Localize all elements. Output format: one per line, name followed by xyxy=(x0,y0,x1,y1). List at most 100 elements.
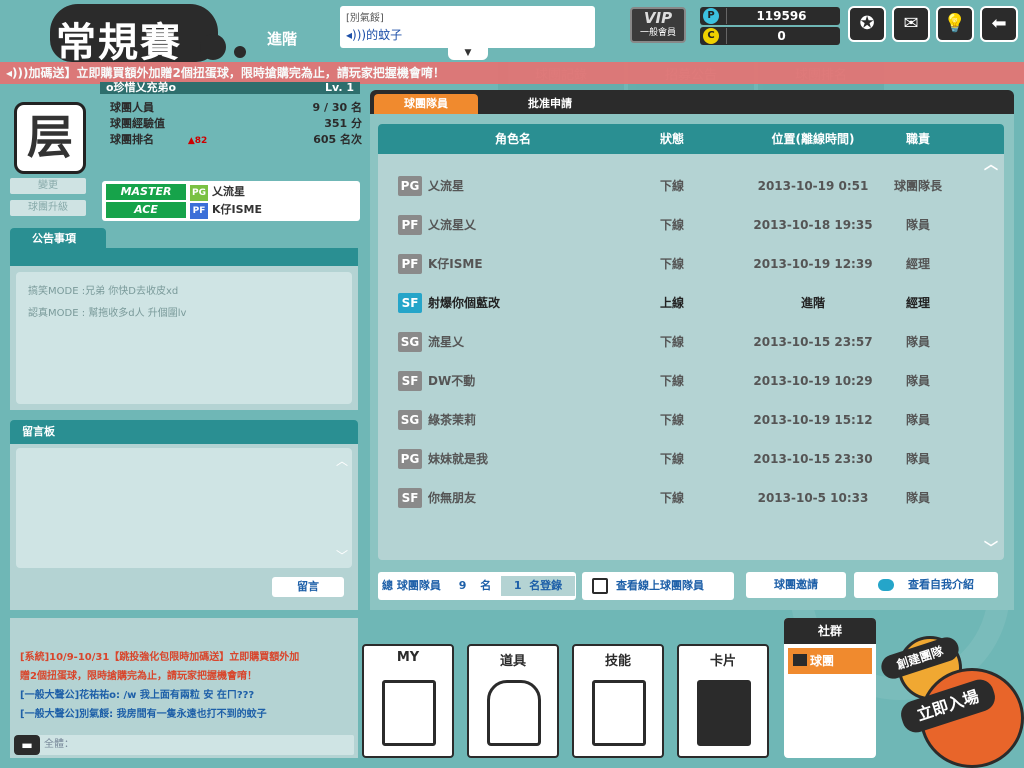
member-location: 2013-10-19 10:29 xyxy=(753,374,873,388)
tab-approve-requests[interactable]: 批准申請 xyxy=(490,94,610,114)
view-self-intro-button[interactable]: 查看自我介紹 xyxy=(854,572,998,598)
team-name: o珍惜乂充弟o xyxy=(106,81,177,94)
member-role: 隊員 xyxy=(905,218,930,232)
member-count: 總 球團隊員 9 名 1 名登錄 xyxy=(378,572,576,600)
member-name: 射爆你個藍改 xyxy=(428,296,501,310)
member-name: DW不動 xyxy=(428,374,476,388)
speech-bubble-icon xyxy=(878,579,894,591)
menu-my[interactable]: MY xyxy=(362,644,454,758)
team-info: 层 球團人員 9 / 30 名 球團經驗值 351 分 球團排名 ▲82 605… xyxy=(10,94,362,178)
member-status: 下線 xyxy=(659,491,684,505)
member-location: 2013-10-18 19:35 xyxy=(753,218,873,232)
team-upgrade-button[interactable]: 球團升級 xyxy=(10,200,86,216)
column-header-role: 職責 xyxy=(905,132,930,146)
table-row[interactable]: SF DW不動 下線 2013-10-19 10:29 隊員 xyxy=(378,361,1004,400)
member-status: 下線 xyxy=(659,335,684,349)
online-members-checkbox[interactable] xyxy=(592,578,608,594)
table-row[interactable]: SG 綠茶茉莉 下線 2013-10-19 15:12 隊員 xyxy=(378,400,1004,439)
show-online-members-toggle[interactable]: 查看線上球團隊員 xyxy=(582,572,734,600)
position-badge: PF xyxy=(398,254,422,274)
tips-button[interactable]: 💡 xyxy=(936,6,974,42)
points-display: P 119596 xyxy=(700,7,840,25)
chat-channel: [別氣餒] xyxy=(346,13,384,24)
tab-team-members[interactable]: 球團隊員 xyxy=(374,94,478,114)
mystery-card-icon xyxy=(697,680,751,746)
member-status: 下線 xyxy=(659,257,684,271)
position-badge: SF xyxy=(398,488,422,508)
lightbulb-icon: 💡 xyxy=(943,13,967,34)
member-status: 上線 xyxy=(659,296,684,310)
member-name: K仔ISME xyxy=(428,257,483,271)
back-button[interactable]: ⬅ xyxy=(980,6,1018,42)
notice-line: 認真MODE : 幫拖收多d人 升個圍lv xyxy=(28,308,187,319)
board-title: 留言板 xyxy=(22,425,55,438)
team-invite-button[interactable]: 球團邀請 xyxy=(746,572,846,598)
table-row[interactable]: PG 乂流星 下線 2013-10-19 0:51 球團隊長 xyxy=(378,166,1004,205)
coins-display: C 0 xyxy=(700,27,840,45)
points-coin-icon: P xyxy=(703,8,719,24)
jacket-icon xyxy=(487,680,541,746)
member-status: 下線 xyxy=(659,179,684,193)
skill-chart-icon xyxy=(592,680,646,746)
loudspeaker-chat-preview[interactable]: [別氣餒] ◂)))的蚊子 xyxy=(340,6,595,48)
table-row[interactable]: SF 你無朋友 下線 2013-10-5 10:33 隊員 xyxy=(378,478,1004,517)
member-location: 2013-10-19 15:12 xyxy=(753,413,873,427)
member-role: 經理 xyxy=(905,296,930,310)
member-location: 2013-10-15 23:57 xyxy=(753,335,873,349)
chat-bubble-icon[interactable]: ▬ xyxy=(14,735,40,755)
vip-label: VIP xyxy=(643,9,673,27)
team-exp-row: 球團經驗值 351 分 xyxy=(110,117,362,130)
table-row[interactable]: PF 乂流星乂 下線 2013-10-18 19:35 隊員 xyxy=(378,205,1004,244)
points-value: 119596 xyxy=(726,8,836,24)
chat-log-line: [系統]10/9-10/31【跳投強化包限時加碼送】立即購買額外加 xyxy=(20,652,300,663)
change-button[interactable]: 變更 xyxy=(10,178,86,194)
member-location: 進階 xyxy=(800,296,825,310)
roster-header: 角色名 狀態 位置(離線時間) 職責 xyxy=(378,124,1004,154)
table-row[interactable]: PF K仔ISME 下線 2013-10-19 12:39 經理 xyxy=(378,244,1004,283)
chat-message: ◂)))的蚊子 xyxy=(346,28,403,42)
vip-status-button[interactable]: VIP 一般會員 xyxy=(630,7,686,43)
position-badge: SF xyxy=(398,293,422,313)
social-title: 社群 xyxy=(784,618,876,644)
team-name-strip: o珍惜乂充弟o Lv. 1 xyxy=(100,82,360,94)
board-textarea[interactable]: ︿ ﹀ xyxy=(16,448,352,568)
post-message-button[interactable]: 留言 xyxy=(272,577,344,597)
master-badge: MASTER xyxy=(106,184,186,200)
member-total: 9 xyxy=(458,579,467,592)
column-header-location: 位置(離線時間) xyxy=(771,132,855,146)
member-status: 下線 xyxy=(659,413,684,427)
menu-items[interactable]: 道具 xyxy=(467,644,559,758)
column-header-status: 狀態 xyxy=(659,132,684,146)
rank-change-indicator: ▲82 xyxy=(187,136,208,146)
team-level: Lv. 1 xyxy=(325,81,354,94)
member-name: 乂流星 xyxy=(428,179,465,193)
achievement-button[interactable]: ✪ xyxy=(848,6,886,42)
table-row[interactable]: PG 妹妹就是我 下線 2013-10-15 23:30 隊員 xyxy=(378,439,1004,478)
member-role: 經理 xyxy=(905,257,930,271)
member-name: 你無朋友 xyxy=(428,491,477,505)
menu-cards[interactable]: 卡片 xyxy=(677,644,769,758)
menu-skills[interactable]: 技能 xyxy=(572,644,664,758)
notice-content: 搞笑MODE :兄弟 你快D去收皮xd 認真MODE : 幫拖收多d人 升個圍l… xyxy=(16,272,352,404)
member-role: 隊員 xyxy=(905,413,930,427)
table-row[interactable]: SG 流星乂 下線 2013-10-15 23:57 隊員 xyxy=(378,322,1004,361)
chat-input[interactable]: 全體： xyxy=(16,735,354,755)
social-item-team[interactable]: 球團 xyxy=(788,648,872,674)
chat-log-line: [一般大聲公]花祐祐o: /w 我上面有兩粒 安 在ㄇ??? xyxy=(20,690,255,701)
team-key-players: MASTER PG 乂流星 ACE PF K仔ISME xyxy=(102,181,360,221)
scroll-down-icon[interactable]: ﹀ xyxy=(336,547,348,564)
notice-title: 公告事項 xyxy=(10,228,106,250)
position-badge: PG xyxy=(398,176,422,196)
member-status: 下線 xyxy=(659,374,684,388)
vip-sub-label: 一般會員 xyxy=(639,28,676,38)
social-menu: 社群 球團 xyxy=(784,618,876,758)
scroll-up-icon[interactable]: ︿ xyxy=(336,452,348,469)
member-location: 2013-10-15 23:30 xyxy=(753,452,873,466)
ace-player: PF K仔ISME xyxy=(190,202,262,219)
flag-icon xyxy=(793,654,807,666)
chat-expand-button[interactable]: ▼ xyxy=(448,46,488,60)
roster-scroll-down-icon[interactable]: ﹀ xyxy=(984,538,998,558)
member-role: 隊員 xyxy=(905,491,930,505)
table-row[interactable]: SF 射爆你個藍改 上線 進階 經理 xyxy=(378,283,1004,322)
mail-button[interactable]: ✉ xyxy=(892,6,930,42)
